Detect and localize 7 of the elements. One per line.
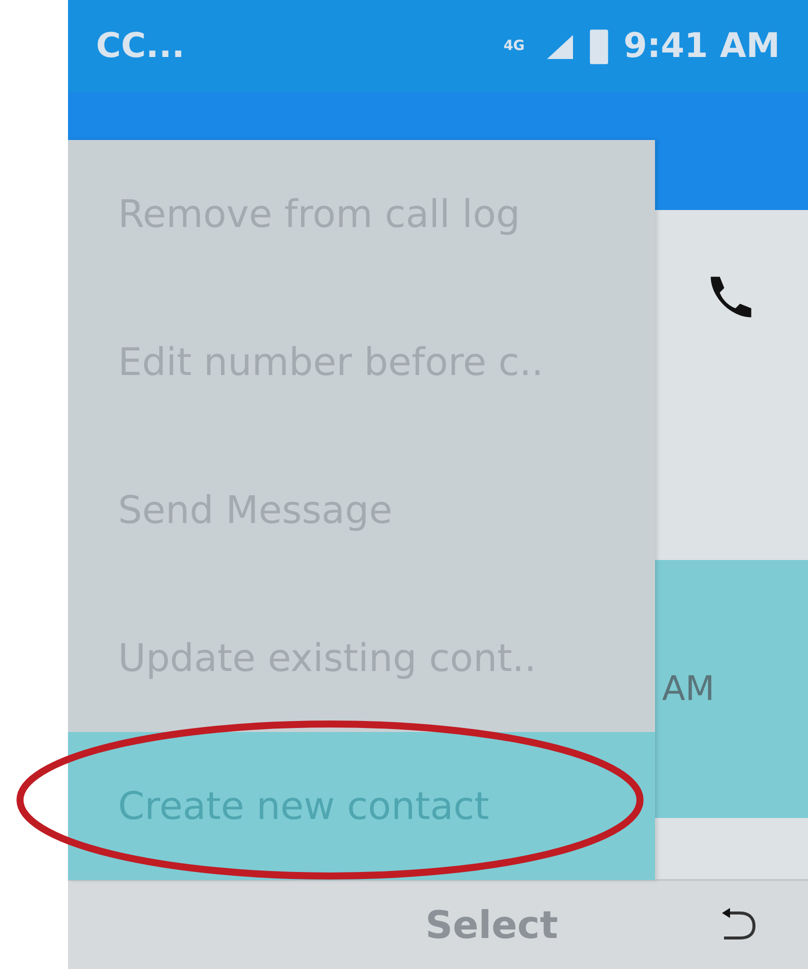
call-time: AM <box>662 669 715 709</box>
battery-icon <box>589 27 610 65</box>
select-softkey[interactable]: Select <box>425 903 558 947</box>
carrier-name: CC... <box>96 26 185 66</box>
network-type: 4G <box>503 39 526 53</box>
signal-icon <box>545 33 576 59</box>
clock: 9:41 AM <box>623 26 780 66</box>
